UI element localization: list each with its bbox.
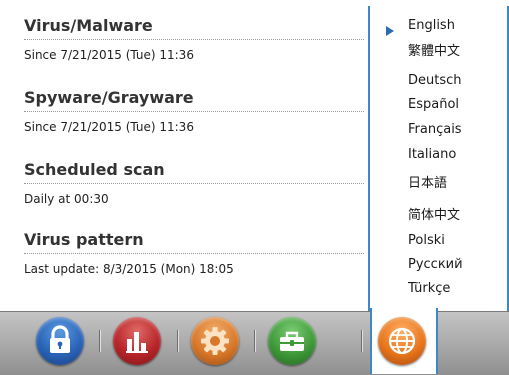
toolbox-icon: [280, 331, 304, 351]
language-button[interactable]: [378, 317, 426, 365]
language-item-polish[interactable]: Polski: [408, 233, 445, 248]
spyware-detail: Since 7/21/2015 (Tue) 11:36: [24, 120, 194, 134]
virus-malware-section: Virus/Malware Since 7/21/2015 (Tue) 11:3…: [24, 15, 364, 62]
lock-icon: [50, 325, 70, 353]
language-item-german[interactable]: Deutsch: [408, 73, 462, 88]
taskbar-divider: [254, 330, 255, 352]
language-item-french[interactable]: Français: [408, 122, 462, 137]
scheduled-scan-section: Scheduled scan Daily at 00:30: [24, 159, 364, 206]
language-item-italian[interactable]: Italiano: [408, 147, 456, 162]
globe-icon: [388, 327, 416, 355]
gear-icon: [201, 327, 229, 355]
language-menu: English 繁體中文 Deutsch Español Français It…: [368, 6, 509, 311]
taskbar-divider: [361, 330, 362, 352]
virus-pattern-section: Virus pattern Last update: 8/3/2015 (Mon…: [24, 229, 364, 276]
language-item-english[interactable]: English: [408, 18, 455, 33]
spyware-section: Spyware/Grayware Since 7/21/2015 (Tue) 1…: [24, 87, 364, 134]
scheduled-scan-title: Scheduled scan: [24, 159, 364, 184]
language-item-japanese[interactable]: 日本語: [408, 172, 447, 191]
language-item-spanish[interactable]: Español: [408, 97, 459, 112]
virus-malware-detail: Since 7/21/2015 (Tue) 11:36: [24, 48, 194, 62]
status-panel: Virus/Malware Since 7/21/2015 (Tue) 11:3…: [0, 0, 368, 310]
toolbox-button[interactable]: [268, 317, 316, 365]
language-item-simplified-chinese[interactable]: 简体中文: [408, 204, 460, 223]
language-item-traditional-chinese[interactable]: 繁體中文: [408, 40, 460, 59]
bar-chart-icon: [126, 332, 148, 353]
scheduled-scan-detail: Daily at 00:30: [24, 192, 109, 206]
virus-pattern-detail: Last update: 8/3/2015 (Mon) 18:05: [24, 262, 234, 276]
spyware-title: Spyware/Grayware: [24, 87, 364, 112]
language-item-russian[interactable]: Русский: [408, 257, 463, 272]
taskbar-divider: [177, 330, 178, 352]
selected-arrow-icon: [386, 26, 394, 36]
language-item-turkish[interactable]: Türkçe: [408, 281, 450, 296]
reports-button[interactable]: [113, 317, 161, 365]
virus-malware-title: Virus/Malware: [24, 15, 364, 40]
virus-pattern-title: Virus pattern: [24, 229, 364, 254]
lock-button[interactable]: [36, 317, 84, 365]
settings-button[interactable]: [191, 317, 239, 365]
taskbar-divider: [99, 330, 100, 352]
